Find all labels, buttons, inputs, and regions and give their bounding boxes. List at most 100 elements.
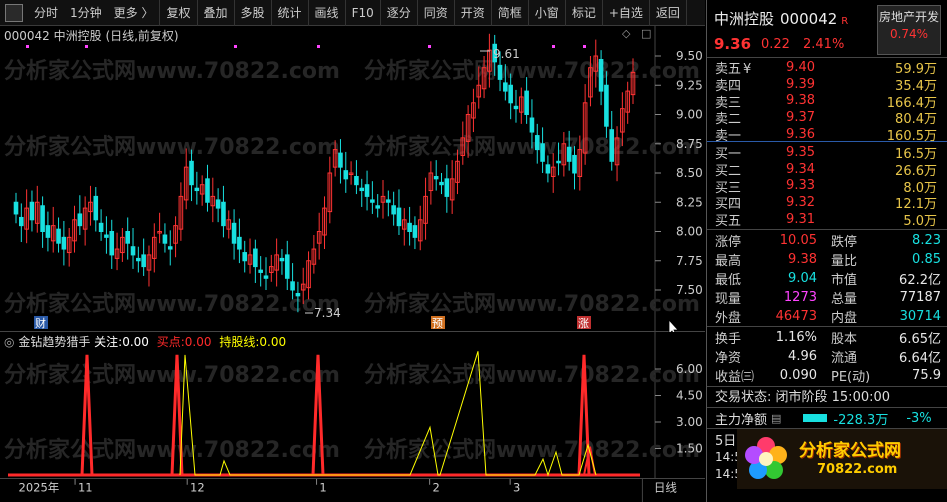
date-axis: 2025年 11 12 1 2 3 日线 <box>0 478 705 502</box>
stat-row: 收益㈢ 0.090 PE(动) 75.9 <box>707 366 947 385</box>
toolbar-button[interactable]: 统计 <box>272 0 309 26</box>
price-tick-label: 9.25 <box>676 78 703 92</box>
candle-body <box>98 222 104 232</box>
stat-value: 0.85 <box>912 252 941 267</box>
toolbar-button[interactable]: F10 <box>346 0 381 26</box>
ask-row[interactable]: 卖五 ¥9.40 59.9万 <box>707 59 947 77</box>
toolbar-button[interactable]: 简框 <box>492 0 529 26</box>
candle-body <box>77 213 83 227</box>
toolbar-button[interactable]: 返回 <box>650 0 687 26</box>
candle-body <box>104 234 109 238</box>
indicator-tick-label: 1.50 <box>676 442 703 456</box>
ask-row[interactable]: 卖四 9.39 35.4万 <box>707 76 947 94</box>
indicator-chart[interactable]: 分析家公式网www.70822.com 分析家公式网www.70822.com 分析… <box>0 332 705 478</box>
candle-body <box>524 90 529 115</box>
stat-value: 1273 <box>783 290 817 305</box>
sector-box[interactable]: 房地产开发 0.74% <box>877 5 941 55</box>
price-tick-label: 8.00 <box>676 225 703 239</box>
toolbar-button[interactable]: 复权 <box>160 0 198 26</box>
price-change: 0.22 <box>761 37 790 52</box>
watermark-text: 分析家公式网www.70822.com <box>364 58 700 84</box>
logo-title: 分析家公式网 <box>799 441 901 461</box>
date-label: 1 <box>319 480 326 494</box>
buy-label: 买点: <box>156 335 185 349</box>
watermark-text: 分析家公式网www.70822.com <box>4 58 340 84</box>
candle-body <box>279 257 285 262</box>
date-label: 11 <box>78 480 93 494</box>
stat-key: 最低 <box>715 273 742 288</box>
ask-row[interactable]: 卖一 9.36 160.5万 <box>707 126 947 144</box>
indicator-collapse-icon[interactable]: ◎ <box>4 335 14 349</box>
stat-key: PE(动) <box>831 370 871 385</box>
candle-body <box>40 205 45 232</box>
candle-body <box>13 201 19 215</box>
period-label[interactable]: 日线 <box>654 480 677 494</box>
ob-price: 9.38 <box>786 93 815 109</box>
quote-stats-2: 换手 1.16% 股本 6.65亿 净资 4.96 流通 6.64亿 收益㈢ 0.090 PE(动)… <box>707 327 947 387</box>
toolbar-button[interactable]: 叠加 <box>198 0 235 26</box>
bid-row[interactable]: 买五 9.31 5.0万 <box>707 211 947 229</box>
panel-toggle-icon[interactable] <box>5 3 23 22</box>
toolbar-button[interactable]: 分时 <box>28 0 64 26</box>
watermark-text: 分析家公式网www.70822.com <box>364 437 700 463</box>
stat-key: 净资 <box>715 351 742 366</box>
flow-value: -228.3万 <box>833 412 889 428</box>
event-marker <box>85 45 88 48</box>
stat-value: 6.64亿 <box>899 351 941 366</box>
stat-key: 量比 <box>831 254 858 269</box>
bid-row[interactable]: 买二 9.34 26.6万 <box>707 161 947 179</box>
event-marker <box>428 45 431 48</box>
candlestick-chart[interactable]: 分析家公式网www.70822.com 分析家公式网www.70822.com 分析… <box>0 26 705 332</box>
stat-row: 净资 4.96 流通 6.64亿 <box>707 347 947 366</box>
buy-value: 0.00 <box>184 335 212 349</box>
candle-body <box>598 59 604 92</box>
ob-price: 9.33 <box>786 178 815 194</box>
toolbar-button[interactable]: 标记 <box>566 0 603 26</box>
candle-body <box>338 152 343 168</box>
ask-row[interactable]: 卖三 9.38 166.4万 <box>707 93 947 110</box>
bid-row[interactable]: 买四 9.32 12.1万 <box>707 194 947 212</box>
candle-body <box>609 129 615 162</box>
stat-key: 股本 <box>831 332 858 347</box>
toolbar-button[interactable]: 小窗 <box>529 0 566 26</box>
flow-detail-icon[interactable]: ▤ <box>771 412 781 425</box>
ob-price: 9.35 <box>786 144 815 160</box>
ob-price: 9.40 <box>786 59 815 75</box>
candle-body <box>215 199 221 209</box>
toolbar-button[interactable]: 逐分 <box>381 0 418 26</box>
stock-header: 中洲控股 000042 R 9.36 0.22 2.41% 房地产开发 0.74% <box>707 0 947 58</box>
candle-body <box>45 225 51 238</box>
ob-price: 9.37 <box>786 110 815 126</box>
price-change-pct: 2.41% <box>803 37 845 52</box>
watermark-text: 分析家公式网www.70822.com <box>364 291 700 317</box>
candle-body <box>375 205 380 209</box>
toolbar-button[interactable]: 更多 〉 <box>108 0 161 26</box>
event-badge-label: 财 <box>35 316 46 330</box>
toolbar-button[interactable]: +自选 <box>603 0 650 26</box>
toolbar-button[interactable]: 多股 <box>235 0 272 26</box>
candle-body <box>237 236 242 250</box>
stat-value: 77187 <box>899 290 941 305</box>
chart-close-icon[interactable]: □ <box>641 27 651 40</box>
toolbar-button[interactable]: 同资 <box>418 0 455 26</box>
toolbar-button[interactable]: 1分钟 <box>64 0 108 26</box>
stock-code: 000042 <box>780 10 838 28</box>
stat-row: 换手 1.16% 股本 6.65亿 <box>707 328 947 347</box>
stat-key: 总量 <box>831 292 858 307</box>
candle-body <box>412 225 418 238</box>
indicator-name[interactable]: 金钻趋势猎手 <box>18 335 90 349</box>
toolbar-button[interactable]: 开资 <box>455 0 492 26</box>
candle-body <box>540 143 545 162</box>
sector-name: 房地产开发 <box>878 10 939 24</box>
bid-row[interactable]: 买三 9.33 8.0万 <box>707 178 947 195</box>
chart-toolbar: 分时 1分钟 更多 〉复权 叠加 多股 统计 画线 F10 逐分 同资 开资 简框 小窗 标记 +自选 返回 <box>0 0 705 26</box>
ask-row[interactable]: 卖二 9.37 80.4万 <box>707 109 947 127</box>
date-label: 12 <box>190 480 205 494</box>
toolbar-button[interactable]: 画线 <box>309 0 346 26</box>
bid-row[interactable]: 买一 9.35 16.5万 <box>707 144 947 162</box>
chart-option-icon[interactable]: ◇ <box>622 27 630 40</box>
logo-url: 70822.com <box>817 462 898 477</box>
stat-key: 现量 <box>715 292 742 307</box>
event-marker <box>234 45 237 48</box>
date-label: 3 <box>513 480 520 494</box>
